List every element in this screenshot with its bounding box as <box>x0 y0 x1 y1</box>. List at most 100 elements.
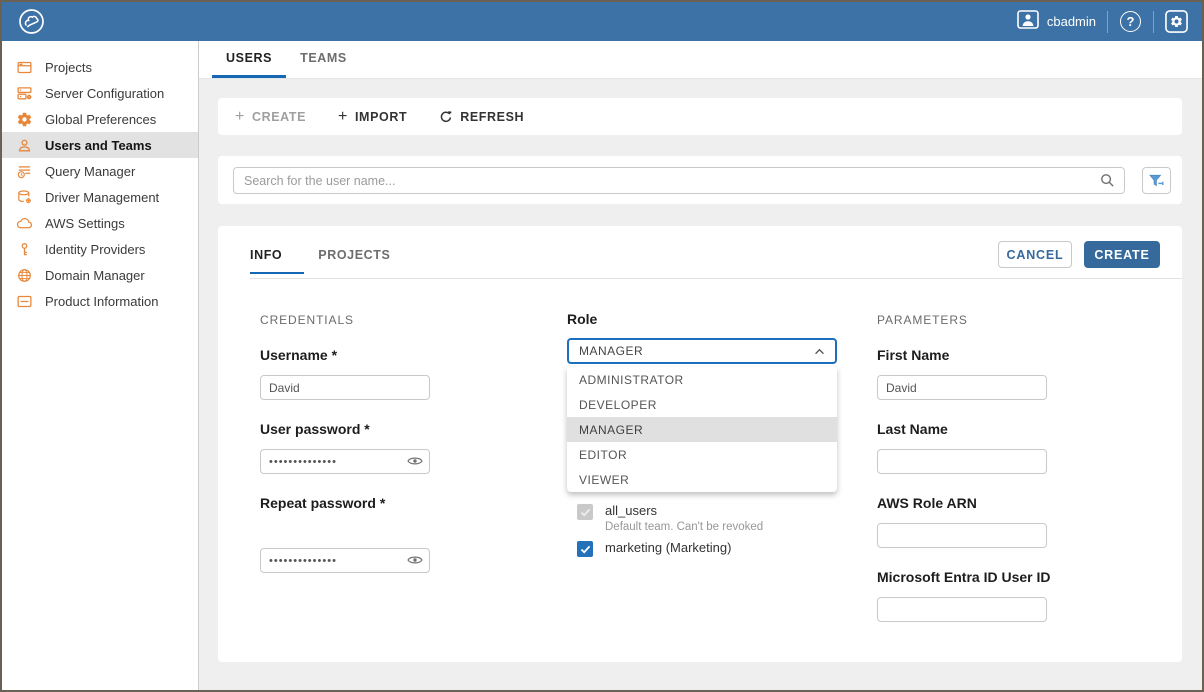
chevron-up-icon <box>814 348 825 355</box>
show-password-icon[interactable] <box>407 455 423 467</box>
sidebar-item-users-and-teams[interactable]: Users and Teams <box>2 132 198 158</box>
filter-button[interactable] <box>1142 167 1171 194</box>
username-label: Username * <box>260 347 337 363</box>
plus-icon: + <box>235 109 245 125</box>
marketing-checkbox[interactable] <box>577 541 593 557</box>
repeat-password-wrap <box>260 548 430 573</box>
check-icon <box>580 545 591 554</box>
filter-icon <box>1149 174 1165 188</box>
users-teams-tabbar: USERS TEAMS <box>199 41 1202 79</box>
help-button[interactable]: ? <box>1119 10 1142 33</box>
main-content: USERS TEAMS + CREATE + IMPORT REFRESH <box>199 41 1202 690</box>
tab-projects[interactable]: PROJECTS <box>304 248 404 274</box>
sidebar-item-label: Global Preferences <box>45 112 156 127</box>
global-preferences-icon <box>16 111 33 128</box>
form-tab-divider <box>250 278 1182 279</box>
app-window: cbadmin ? Projects Server Configuration <box>0 0 1204 692</box>
current-user[interactable]: cbadmin <box>1017 10 1096 34</box>
parameters-section-header: PARAMETERS <box>877 313 968 327</box>
sidebar-item-label: Identity Providers <box>45 242 145 257</box>
users-and-teams-icon <box>16 137 33 154</box>
role-dropdown: ADMINISTRATOR DEVELOPER MANAGER EDITOR V… <box>567 367 837 492</box>
role-selected-value: MANAGER <box>579 344 643 358</box>
create-button[interactable]: CREATE <box>1084 241 1160 268</box>
sidebar-item-domain-manager[interactable]: Domain Manager <box>2 262 198 288</box>
query-manager-icon <box>16 163 33 180</box>
sidebar-item-identity-providers[interactable]: Identity Providers <box>2 236 198 262</box>
role-option-developer[interactable]: DEVELOPER <box>567 392 837 417</box>
aws-role-arn-label: AWS Role ARN <box>877 495 977 511</box>
username-label: cbadmin <box>1047 14 1096 29</box>
header-divider <box>1107 11 1108 33</box>
projects-icon <box>16 59 33 76</box>
team-row-all-users[interactable]: all_users Default team. Can't be revoked <box>577 503 763 533</box>
sidebar-item-label: AWS Settings <box>45 216 125 231</box>
settings-button[interactable] <box>1165 10 1188 33</box>
entra-id-label: Microsoft Entra ID User ID <box>877 569 1050 585</box>
entra-id-input[interactable] <box>877 597 1047 622</box>
check-icon <box>580 508 591 517</box>
sidebar-item-label: Driver Management <box>45 190 159 205</box>
tab-info[interactable]: INFO <box>250 248 304 274</box>
sidebar-item-global-preferences[interactable]: Global Preferences <box>2 106 198 132</box>
tab-users[interactable]: USERS <box>212 41 286 78</box>
user-form-panel: INFO PROJECTS CANCEL CREATE CREDENTIALS … <box>218 226 1182 662</box>
username-input[interactable] <box>260 375 430 400</box>
import-label: IMPORT <box>355 110 407 124</box>
refresh-label: REFRESH <box>460 110 524 124</box>
aws-settings-icon <box>16 215 33 232</box>
plus-icon: + <box>338 109 348 125</box>
sidebar-item-label: Users and Teams <box>45 138 152 153</box>
user-password-wrap <box>260 449 430 474</box>
user-password-label: User password * <box>260 421 370 437</box>
first-name-input[interactable] <box>877 375 1047 400</box>
querona-logo-icon[interactable] <box>18 8 45 35</box>
first-name-label: First Name <box>877 347 949 363</box>
aws-role-arn-input[interactable] <box>877 523 1047 548</box>
sidebar-item-server-configuration[interactable]: Server Configuration <box>2 80 198 106</box>
show-password-icon[interactable] <box>407 554 423 566</box>
refresh-button[interactable]: REFRESH <box>439 110 524 124</box>
tab-teams[interactable]: TEAMS <box>286 41 361 78</box>
role-option-viewer[interactable]: VIEWER <box>567 467 837 492</box>
sidebar-item-label: Domain Manager <box>45 268 145 283</box>
sidebar-item-product-information[interactable]: Product Information <box>2 288 198 314</box>
team-row-marketing[interactable]: marketing (Marketing) <box>577 540 731 557</box>
search-icon[interactable] <box>1100 173 1115 188</box>
credentials-section-header: CREDENTIALS <box>260 313 354 327</box>
last-name-input[interactable] <box>877 449 1047 474</box>
sidebar-item-projects[interactable]: Projects <box>2 54 198 80</box>
last-name-label: Last Name <box>877 421 948 437</box>
cancel-button[interactable]: CANCEL <box>998 241 1072 268</box>
role-option-manager[interactable]: MANAGER <box>567 417 837 442</box>
all-users-checkbox[interactable] <box>577 504 593 520</box>
import-button[interactable]: + IMPORT <box>338 109 407 125</box>
help-icon: ? <box>1120 11 1141 32</box>
sidebar-item-label: Projects <box>45 60 92 75</box>
top-header-bar: cbadmin ? <box>2 2 1202 41</box>
sidebar-item-driver-management[interactable]: Driver Management <box>2 184 198 210</box>
sidebar-item-aws-settings[interactable]: AWS Settings <box>2 210 198 236</box>
search-panel <box>218 156 1182 204</box>
user-password-input[interactable] <box>260 449 430 474</box>
sidebar-nav: Projects Server Configuration Global Pre… <box>2 41 199 690</box>
create-toolbar-button[interactable]: + CREATE <box>235 109 306 125</box>
sidebar-item-query-manager[interactable]: Query Manager <box>2 158 198 184</box>
role-select[interactable]: MANAGER <box>567 338 837 364</box>
identity-providers-icon <box>16 241 33 258</box>
user-avatar-icon <box>1017 10 1039 34</box>
team-name: all_users <box>605 503 763 518</box>
toolbar: + CREATE + IMPORT REFRESH <box>218 98 1182 135</box>
role-option-editor[interactable]: EDITOR <box>567 442 837 467</box>
create-toolbar-label: CREATE <box>252 110 306 124</box>
repeat-password-input[interactable] <box>260 548 430 573</box>
team-note: Default team. Can't be revoked <box>605 521 763 533</box>
product-information-icon <box>16 293 33 310</box>
refresh-icon <box>439 110 453 124</box>
team-name: marketing (Marketing) <box>605 540 731 555</box>
role-option-administrator[interactable]: ADMINISTRATOR <box>567 367 837 392</box>
search-input[interactable] <box>234 174 1100 188</box>
server-configuration-icon <box>16 85 33 102</box>
search-field-wrap <box>233 167 1125 194</box>
domain-manager-icon <box>16 267 33 284</box>
